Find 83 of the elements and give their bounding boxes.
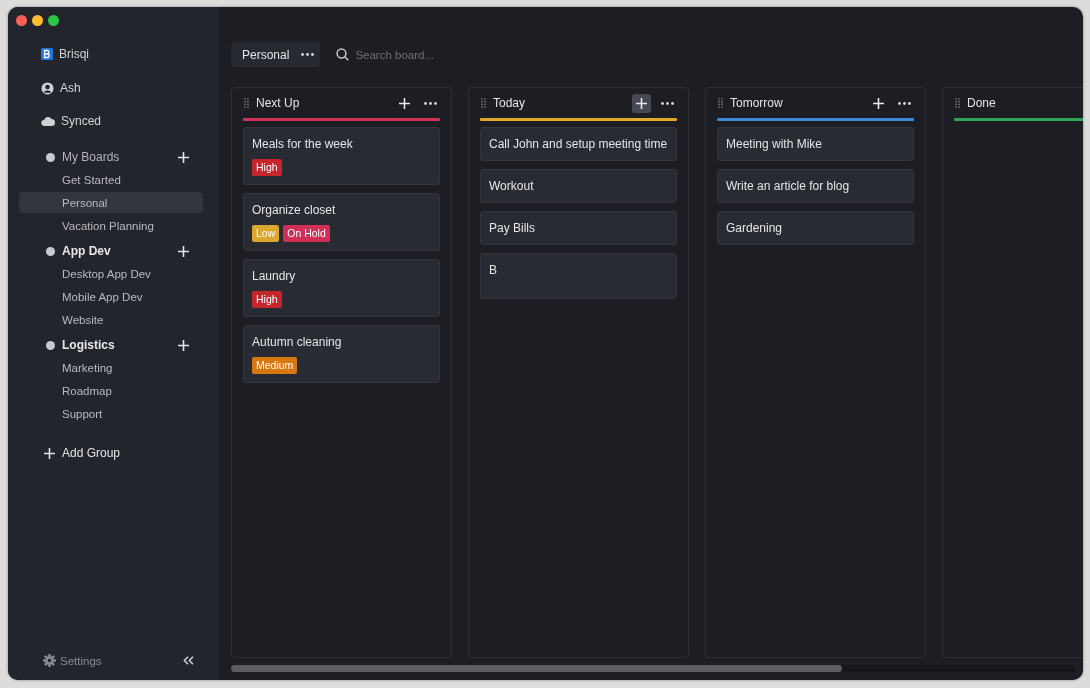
task-card[interactable]: Gardening bbox=[717, 211, 914, 245]
board-item[interactable]: Vacation Planning bbox=[19, 215, 203, 236]
zoom-window-button[interactable] bbox=[48, 15, 59, 26]
board-item[interactable]: Website bbox=[19, 309, 203, 330]
board-item[interactable]: Mobile App Dev bbox=[19, 286, 203, 307]
user-icon bbox=[41, 81, 54, 95]
priority-tag: Medium bbox=[252, 357, 298, 374]
task-title: Gardening bbox=[726, 221, 784, 236]
task-title: Pay Bills bbox=[489, 221, 536, 236]
task-card[interactable]: Workout bbox=[480, 169, 677, 203]
more-icon bbox=[897, 101, 911, 105]
group-name[interactable]: My Boards bbox=[62, 150, 178, 164]
board-tab[interactable]: Personal bbox=[231, 42, 321, 67]
more-icon bbox=[423, 101, 437, 105]
sync-status: Synced bbox=[61, 114, 102, 128]
add-board-button[interactable] bbox=[178, 339, 189, 351]
search-field[interactable]: Search board... bbox=[355, 48, 506, 61]
task-card[interactable]: Meals for the week High bbox=[243, 127, 440, 185]
group-dot-icon bbox=[46, 246, 55, 256]
column-title: Next Up bbox=[256, 96, 301, 110]
priority-tag: On Hold bbox=[283, 225, 330, 242]
task-card[interactable]: Meeting with Mike bbox=[717, 127, 914, 161]
task-title: Workout bbox=[489, 179, 535, 194]
horizontal-scrollbar[interactable] bbox=[231, 665, 1075, 672]
cloud-icon bbox=[41, 116, 55, 126]
drag-handle-icon[interactable] bbox=[955, 98, 960, 108]
task-title: Meeting with Mike bbox=[726, 137, 824, 152]
collapse-sidebar-button[interactable] bbox=[183, 656, 194, 665]
task-title: Call John and setup meeting time bbox=[489, 137, 668, 152]
drag-handle-icon[interactable] bbox=[718, 98, 723, 108]
search-icon bbox=[336, 48, 350, 61]
drag-handle-icon[interactable] bbox=[481, 98, 486, 108]
task-card[interactable]: Write an article for blog bbox=[717, 169, 914, 203]
more-icon bbox=[660, 101, 674, 105]
drag-handle-icon[interactable] bbox=[244, 98, 249, 108]
task-card[interactable]: Autumn cleaning Medium bbox=[243, 325, 440, 383]
add-board-button[interactable] bbox=[178, 151, 189, 163]
add-group-button[interactable]: Add Group bbox=[44, 446, 219, 460]
add-card-button[interactable] bbox=[632, 93, 651, 113]
task-card[interactable]: Pay Bills bbox=[480, 211, 677, 245]
plus-icon bbox=[873, 97, 884, 109]
plus-icon bbox=[44, 447, 55, 459]
board-item[interactable]: Marketing bbox=[19, 357, 203, 378]
task-title: Laundry bbox=[252, 269, 297, 284]
task-title: Meals for the week bbox=[252, 137, 354, 152]
double-chevron-left-icon bbox=[183, 656, 194, 665]
app-name: Brisqi bbox=[59, 47, 89, 61]
settings-button[interactable]: Settings bbox=[43, 654, 102, 667]
scrollbar-thumb[interactable] bbox=[231, 665, 842, 672]
plus-icon bbox=[636, 97, 647, 109]
board-item[interactable]: Roadmap bbox=[19, 380, 203, 401]
column-title: Done bbox=[967, 96, 997, 110]
column-title: Today bbox=[493, 96, 527, 110]
plus-icon bbox=[399, 97, 410, 109]
group-name[interactable]: Logistics bbox=[62, 338, 178, 352]
board-item[interactable]: Support bbox=[19, 403, 203, 424]
group-dot-icon bbox=[46, 152, 55, 162]
new-card-input[interactable]: B bbox=[480, 253, 677, 299]
task-title: Write an article for blog bbox=[726, 179, 851, 194]
plus-icon bbox=[178, 339, 189, 351]
more-icon bbox=[301, 53, 315, 56]
column-title: Tomorrow bbox=[730, 96, 784, 110]
group-dot-icon bbox=[46, 340, 55, 350]
board-item[interactable]: Personal bbox=[19, 192, 203, 213]
plus-icon bbox=[178, 151, 189, 163]
user-name: Ash bbox=[60, 81, 81, 95]
priority-tag: Low bbox=[252, 225, 280, 242]
task-card[interactable]: Laundry High bbox=[243, 259, 440, 317]
priority-tag: High bbox=[252, 291, 282, 308]
task-card[interactable]: Organize closet Low On Hold bbox=[243, 193, 440, 251]
group-name[interactable]: App Dev bbox=[62, 244, 178, 258]
close-window-button[interactable] bbox=[16, 15, 27, 26]
board-item[interactable]: Get Started bbox=[19, 169, 203, 190]
settings-icon bbox=[43, 654, 56, 667]
minimize-window-button[interactable] bbox=[32, 15, 43, 26]
plus-icon bbox=[178, 245, 189, 257]
priority-tag: High bbox=[252, 159, 282, 176]
add-board-button[interactable] bbox=[178, 245, 189, 257]
task-title: Organize closet bbox=[252, 203, 337, 218]
board-item[interactable]: Desktop App Dev bbox=[19, 263, 203, 284]
task-card[interactable]: Call John and setup meeting time bbox=[480, 127, 677, 161]
app-logo-icon bbox=[41, 48, 53, 60]
task-title: Autumn cleaning bbox=[252, 335, 343, 350]
